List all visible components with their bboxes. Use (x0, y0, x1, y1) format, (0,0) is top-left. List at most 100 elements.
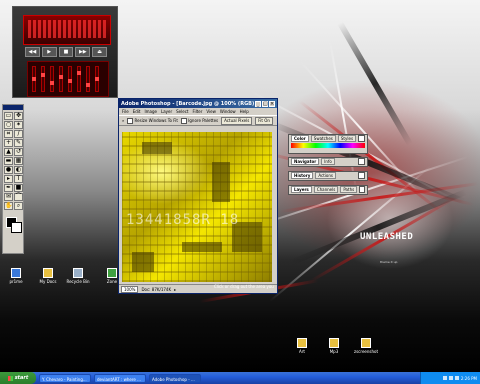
crop-tool-icon[interactable]: ⌗ (4, 130, 13, 138)
tab-color[interactable]: Color (291, 135, 309, 142)
palette-close-icon[interactable] (358, 135, 365, 142)
taskbar-item[interactable]: Y. Chevaro - Painting... (39, 373, 91, 383)
dodge-tool-icon[interactable]: ◐ (14, 166, 23, 174)
tray-icon[interactable] (454, 376, 459, 380)
gradient-tool-icon[interactable]: ▦ (14, 157, 23, 165)
eq-slider[interactable] (77, 66, 81, 92)
stop-button[interactable]: ■ (58, 47, 74, 57)
menu-edit[interactable]: Edit (133, 108, 141, 115)
eq-slider[interactable] (50, 66, 54, 92)
taskbar-item-active[interactable]: Adobe Photoshop - ... (149, 373, 201, 383)
eq-slider[interactable] (86, 66, 90, 92)
color-ramp[interactable] (291, 143, 365, 148)
palette-close-icon[interactable] (358, 172, 365, 179)
menu-help[interactable]: Help (240, 108, 249, 115)
slice-tool-icon[interactable]: / (14, 130, 23, 138)
eq-slider[interactable] (68, 66, 72, 92)
menu-file[interactable]: File (122, 108, 129, 115)
move-tool-icon[interactable]: ✥ (14, 112, 23, 120)
window-titlebar[interactable]: Adobe Photoshop - [Barcode.jpg @ 100% (R… (119, 99, 277, 108)
eraser-tool-icon[interactable]: ▬ (4, 157, 13, 165)
lasso-tool-icon[interactable]: ○ (4, 121, 13, 129)
tab-navigator[interactable]: Navigator (291, 158, 320, 165)
desktop-icon-art[interactable]: Art (290, 338, 314, 354)
menu-image[interactable]: Image (144, 108, 157, 115)
shape-tool-icon[interactable]: ■ (14, 184, 23, 192)
desktop-icon-recycle-bin[interactable]: Recycle Bin (66, 268, 90, 284)
palette-close-icon[interactable] (358, 158, 365, 165)
tab-info[interactable]: Info (321, 158, 335, 165)
menu-view[interactable]: View (206, 108, 216, 115)
blur-tool-icon[interactable]: ● (4, 166, 13, 174)
photoshop-toolbox: ▭ ✥ ○ ✶ ⌗ / + ✎ ▲ ↺ ▬ ▦ ● ◐ ▸ T ✒ ■ ✉ ⌒ … (2, 104, 24, 254)
menu-bar: File Edit Image Layer Select Filter View… (119, 108, 277, 115)
desktop-icon-my-docs[interactable]: My Docs (36, 268, 60, 284)
document-size: Doc: 87K/174K (141, 286, 172, 292)
eq-slider[interactable] (95, 66, 99, 92)
play-button[interactable]: ▶ (41, 47, 57, 57)
previous-button[interactable]: ◀◀ (25, 47, 40, 57)
start-button[interactable]: start (0, 372, 36, 384)
eyedropper-tool-icon[interactable]: ⌒ (14, 193, 23, 201)
path-selection-tool-icon[interactable]: ▸ (4, 175, 13, 183)
maximize-button[interactable]: □ (262, 100, 268, 107)
player-controls: ◀◀ ▶ ■ ▶▶ ⏏ (25, 47, 107, 57)
hand-tool-icon[interactable]: ✋ (4, 202, 13, 210)
menu-layer[interactable]: Layer (161, 108, 172, 115)
taskbar-item[interactable]: deviantART : where ... (94, 373, 146, 383)
marquee-tool-icon[interactable]: ▭ (4, 112, 13, 120)
wallpaper-logo-subtitle: theme it up (380, 260, 398, 264)
notes-tool-icon[interactable]: ✉ (4, 193, 13, 201)
document-canvas[interactable]: 13441858R 18 (122, 132, 272, 282)
tab-swatches[interactable]: Swatches (310, 135, 336, 142)
stamp-tool-icon[interactable]: ▲ (4, 148, 13, 156)
history-palette: History Actions (288, 171, 368, 181)
brush-tool-icon[interactable]: ✎ (14, 139, 23, 147)
window-title: Adobe Photoshop - [Barcode.jpg @ 100% (R… (121, 100, 254, 107)
zoom-tool-icon[interactable]: ⌕ (14, 202, 23, 210)
type-tool-icon[interactable]: T (14, 175, 23, 183)
desktop-icon-zone[interactable]: Zone (100, 268, 124, 284)
eq-slider[interactable] (32, 66, 36, 92)
zoom-tool-option-icon[interactable]: ⌕ (122, 118, 124, 123)
folder-icon (43, 268, 53, 278)
tray-icon[interactable] (442, 376, 447, 380)
wallpaper-streak (288, 189, 468, 266)
next-button[interactable]: ▶▶ (75, 47, 91, 57)
eject-button[interactable]: ⏏ (92, 47, 107, 57)
palette-close-icon[interactable] (359, 186, 365, 193)
desktop-icon-screenshot[interactable]: zscreenshot (354, 338, 378, 354)
options-bar: ⌕ Resize Windows To Fit Ignore Palettes … (119, 115, 277, 126)
tab-channels[interactable]: Channels (313, 186, 339, 193)
minimize-button[interactable]: _ (255, 100, 261, 107)
tab-history[interactable]: History (291, 172, 314, 179)
tab-actions[interactable]: Actions (315, 172, 336, 179)
history-brush-tool-icon[interactable]: ↺ (14, 148, 23, 156)
background-color-swatch[interactable] (11, 222, 22, 233)
menu-filter[interactable]: Filter (192, 108, 202, 115)
tab-styles[interactable]: Styles (337, 135, 357, 142)
magic-wand-tool-icon[interactable]: ✶ (14, 121, 23, 129)
tab-layers[interactable]: Layers (291, 186, 312, 193)
close-button[interactable]: × (269, 100, 275, 107)
eq-slider[interactable] (41, 66, 45, 92)
status-arrow-icon[interactable]: ▸ (174, 287, 176, 292)
media-player-widget[interactable]: ◀◀ ▶ ■ ▶▶ ⏏ (12, 6, 118, 98)
menu-select[interactable]: Select (176, 108, 188, 115)
system-tray: 2:26 PM (420, 372, 480, 384)
desktop-icon-mp3[interactable]: Mp3 (322, 338, 346, 354)
eq-slider[interactable] (59, 66, 63, 92)
ignore-palettes-checkbox[interactable]: Ignore Palettes (180, 117, 218, 124)
resize-windows-checkbox[interactable]: Resize Windows To Fit (127, 117, 178, 124)
tray-icon[interactable] (448, 376, 453, 380)
wallpaper-logo: UNLEASHED (360, 232, 414, 242)
actual-pixels-button[interactable]: Actual Pixels (221, 116, 253, 125)
zoom-field[interactable]: 100% (121, 285, 139, 293)
menu-window[interactable]: Window (220, 108, 236, 115)
desktop-icon-prime[interactable]: pr1me (4, 268, 28, 284)
color-palette: Color Swatches Styles (288, 134, 368, 154)
tab-paths[interactable]: Paths (340, 186, 358, 193)
pen-tool-icon[interactable]: ✒ (4, 184, 13, 192)
fit-on-screen-button[interactable]: Fit On (255, 116, 273, 125)
healing-tool-icon[interactable]: + (4, 139, 13, 147)
